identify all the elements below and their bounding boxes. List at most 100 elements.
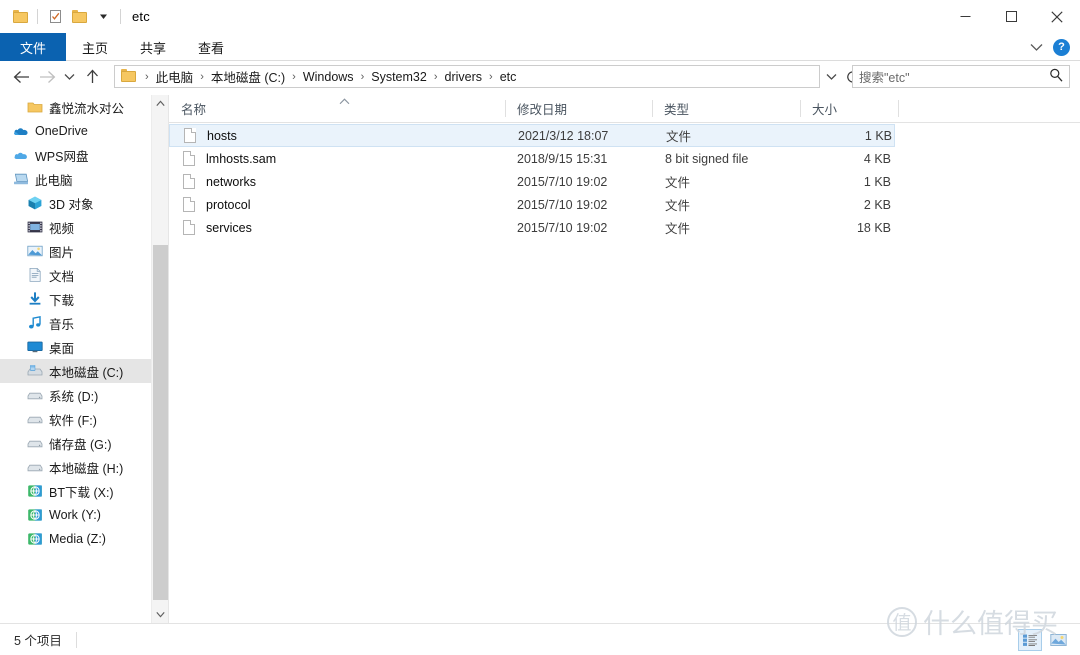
sidebar-item-7[interactable]: 文档 — [0, 263, 151, 287]
qat-divider-2 — [120, 9, 121, 24]
recent-locations-icon[interactable] — [60, 61, 79, 92]
scroll-up-icon[interactable] — [152, 95, 169, 112]
details-view-button[interactable] — [1018, 629, 1042, 651]
table-row[interactable]: hosts 2021/3/12 18:07 文件 1 KB — [169, 124, 895, 147]
column-header-3[interactable]: 大小 — [800, 95, 898, 122]
file-modified-date: 2015/7/10 19:02 — [517, 174, 608, 189]
table-row[interactable]: services 2015/7/10 19:02 文件 18 KB — [169, 216, 895, 239]
scrollbar-thumb[interactable] — [153, 245, 168, 600]
search-input[interactable]: 搜索"etc" — [852, 65, 1070, 88]
sidebar-item-10[interactable]: 桌面 — [0, 335, 151, 359]
breadcrumb-item-4[interactable]: drivers — [443, 70, 485, 84]
sidebar-item-1[interactable]: OneDrive — [0, 119, 151, 143]
sidebar-item-12[interactable]: 系统 (D:) — [0, 383, 151, 407]
navigation-pane[interactable]: 鑫悦流水对公 OneDrive WPS网盘 此电脑 3D 对象 视频 图片 文档 下载 音乐 桌面本… — [0, 95, 151, 623]
properties-icon[interactable] — [43, 5, 67, 29]
sidebar-item-label: 下载 — [49, 293, 75, 308]
sidebar-item-9[interactable]: 音乐 — [0, 311, 151, 335]
qat-divider-1 — [37, 9, 38, 24]
breadcrumb-item-2[interactable]: Windows — [301, 70, 356, 84]
file-icon — [178, 197, 200, 212]
view-mode-buttons — [1018, 624, 1070, 655]
sidebar-item-14[interactable]: 储存盘 (G:) — [0, 431, 151, 455]
sort-ascending-icon — [339, 97, 350, 108]
sidebar-item-13[interactable]: 软件 (F:) — [0, 407, 151, 431]
computer-icon — [12, 171, 29, 188]
breadcrumb-item-5[interactable]: etc — [498, 70, 519, 84]
window-controls — [942, 0, 1080, 33]
sidebar-item-18[interactable]: Media (Z:) — [0, 527, 151, 551]
drive-icon — [26, 435, 43, 452]
chevron-down-icon[interactable] — [1025, 36, 1047, 58]
sidebar-item-0[interactable]: 鑫悦流水对公 — [0, 95, 151, 119]
tab-file[interactable]: 文件 — [0, 33, 67, 61]
sidebar-item-8[interactable]: 下载 — [0, 287, 151, 311]
sidebar-item-17[interactable]: Work (Y:) — [0, 503, 151, 527]
breadcrumb-item-0[interactable]: 此电脑 — [154, 67, 196, 86]
sidebar-item-11[interactable]: 本地磁盘 (C:) — [0, 359, 151, 383]
tab-view[interactable]: 查看 — [182, 33, 240, 61]
quick-access-toolbar: etc — [0, 0, 150, 33]
column-divider[interactable] — [505, 100, 506, 117]
maximize-button[interactable] — [988, 0, 1034, 33]
network-drive-icon — [26, 483, 43, 500]
table-row[interactable]: protocol 2015/7/10 19:02 文件 2 KB — [169, 193, 895, 216]
up-button[interactable] — [79, 61, 105, 92]
sidebar-item-15[interactable]: 本地磁盘 (H:) — [0, 455, 151, 479]
sidebar-item-label: 图片 — [49, 245, 75, 260]
drive-icon — [26, 411, 43, 428]
breadcrumb-item-1[interactable]: 本地磁盘 (C:) — [209, 67, 287, 86]
column-header-2[interactable]: 类型 — [652, 95, 800, 122]
cloud-blue-icon — [12, 123, 29, 140]
sidebar-item-label: 本地磁盘 (H:) — [49, 461, 124, 476]
cloud-light-icon — [12, 147, 29, 164]
minimize-button[interactable] — [942, 0, 988, 33]
documents-icon — [26, 267, 43, 284]
forward-button[interactable] — [34, 61, 60, 92]
sidebar-item-4[interactable]: 3D 对象 — [0, 191, 151, 215]
table-row[interactable]: lmhosts.sam 2018/9/15 15:31 8 bit signed f… — [169, 147, 895, 170]
sidebar-item-6[interactable]: 图片 — [0, 239, 151, 263]
file-icon — [178, 174, 200, 189]
sidebar-scrollbar[interactable] — [151, 95, 168, 623]
sidebar-item-5[interactable]: 视频 — [0, 215, 151, 239]
column-header-0[interactable]: 名称 — [169, 95, 505, 122]
new-folder-icon[interactable] — [67, 5, 91, 29]
ribbon-tab-bar: 文件 主页 共享 查看 ? — [0, 33, 1080, 61]
file-icon — [179, 128, 201, 143]
file-list[interactable]: hosts 2021/3/12 18:07 文件 1 KB lmhosts.sam 201… — [169, 124, 1080, 623]
column-header-1[interactable]: 修改日期 — [505, 95, 652, 122]
breadcrumb-item-3[interactable]: System32 — [369, 70, 429, 84]
breadcrumb-folder-icon — [121, 68, 136, 85]
help-button[interactable]: ? — [1053, 38, 1070, 56]
file-type: 文件 — [665, 176, 691, 190]
address-dropdown-icon[interactable] — [820, 65, 842, 88]
breadcrumb-separator: › — [292, 70, 296, 83]
breadcrumb-separator: › — [489, 70, 493, 83]
column-divider[interactable] — [898, 100, 899, 117]
sidebar-item-3[interactable]: 此电脑 — [0, 167, 151, 191]
file-modified-date: 2015/7/10 19:02 — [517, 197, 608, 212]
file-name: networks — [206, 174, 257, 189]
file-size: 1 KB — [864, 128, 892, 143]
folder-icon[interactable] — [8, 5, 32, 29]
column-divider[interactable] — [800, 100, 801, 117]
sidebar-item-2[interactable]: WPS网盘 — [0, 143, 151, 167]
scroll-down-icon[interactable] — [152, 606, 169, 623]
column-divider[interactable] — [652, 100, 653, 117]
search-icon[interactable] — [1049, 68, 1063, 85]
back-button[interactable] — [8, 61, 34, 92]
breadcrumb-separator: › — [145, 70, 149, 83]
tab-home[interactable]: 主页 — [66, 33, 124, 61]
close-button[interactable] — [1034, 0, 1080, 33]
breadcrumb[interactable]: › 此电脑 › 本地磁盘 (C:) › Windows › System32 ›… — [114, 65, 820, 88]
tab-share[interactable]: 共享 — [124, 33, 182, 61]
large-icons-view-button[interactable] — [1046, 629, 1070, 651]
customize-dropdown-icon[interactable] — [91, 5, 115, 29]
table-row[interactable]: networks 2015/7/10 19:02 文件 1 KB — [169, 170, 895, 193]
file-name: protocol — [206, 197, 251, 212]
sidebar-item-16[interactable]: BT下载 (X:) — [0, 479, 151, 503]
file-size: 1 KB — [863, 174, 891, 189]
drive-icon — [26, 387, 43, 404]
file-type: 文件 — [666, 130, 692, 144]
